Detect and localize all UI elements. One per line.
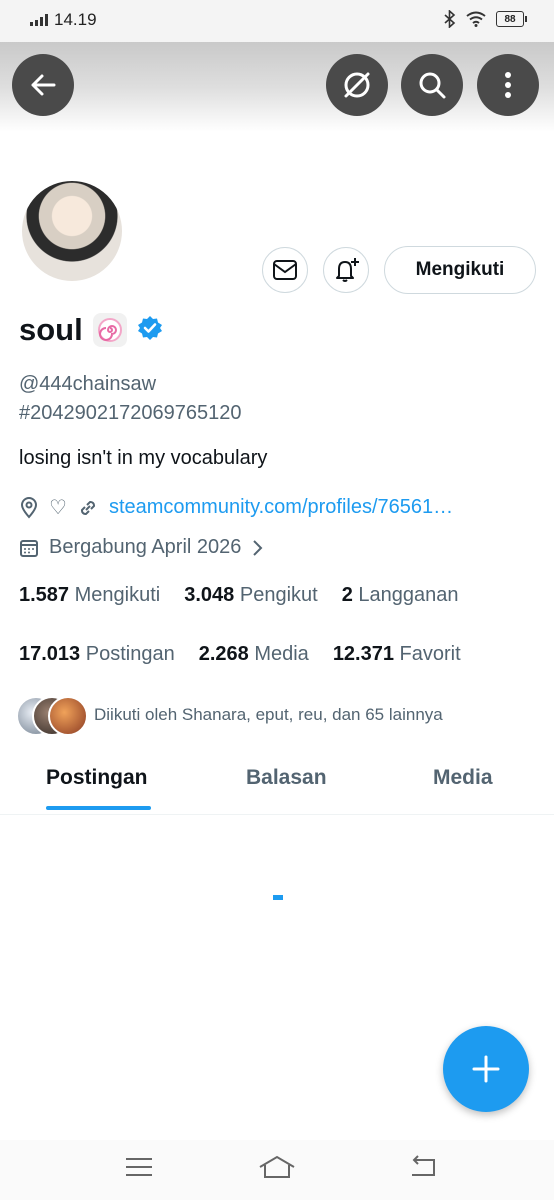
favorites-stat[interactable]: 12.371 Favorit	[333, 643, 461, 666]
back-button[interactable]	[12, 54, 74, 116]
calendar-icon	[20, 539, 38, 557]
swirl-emoji-icon	[92, 313, 127, 347]
notify-button[interactable]	[323, 247, 369, 293]
avatar	[48, 696, 88, 736]
bluetooth-icon	[444, 10, 456, 28]
bio-text: losing isn't in my vocabulary	[19, 447, 268, 469]
back-arrow-icon	[31, 74, 56, 96]
battery-icon: 88	[496, 11, 527, 27]
media-stat[interactable]: 2.268 Media	[199, 643, 309, 666]
no-translate-icon	[344, 72, 370, 98]
followers-stat[interactable]: 3.048 Pengikut	[184, 584, 317, 607]
wifi-icon	[466, 11, 486, 27]
join-date: Bergabung April 2026	[49, 536, 242, 558]
followed-by-text: Diikuti oleh Shanara, eput, reu, dan 65 …	[94, 705, 443, 724]
search-icon	[419, 72, 446, 99]
status-bar: 14.19 88	[0, 0, 554, 42]
tab-media[interactable]: Media	[433, 766, 493, 790]
active-tab-indicator	[46, 806, 151, 810]
more-options-button[interactable]	[477, 54, 539, 116]
more-vertical-icon	[505, 72, 511, 98]
tab-posts[interactable]: Postingan	[46, 766, 148, 790]
heart-icon: ♡	[49, 497, 67, 519]
status-time: 14.19	[54, 10, 97, 29]
username-handle: @444chainsaw	[19, 373, 157, 395]
compose-button[interactable]	[443, 1026, 529, 1112]
stats-row-2: 17.013 Postingan 2.268 Media 12.371 Favo…	[19, 643, 461, 666]
link-icon	[80, 500, 95, 515]
search-button[interactable]	[401, 54, 463, 116]
stats-row-1: 1.587 Mengikuti 3.048 Pengikut 2 Langgan…	[19, 584, 459, 607]
bell-plus-icon	[336, 258, 359, 282]
home-icon[interactable]	[258, 1154, 296, 1180]
loading-indicator	[273, 895, 283, 900]
translate-toggle-button[interactable]	[326, 54, 388, 116]
plus-icon	[472, 1055, 500, 1083]
profile-avatar[interactable]	[19, 178, 125, 284]
location-pin-icon	[20, 496, 38, 519]
display-name: soul	[19, 312, 83, 347]
follower-avatars	[16, 696, 88, 736]
back-nav-icon[interactable]	[408, 1154, 438, 1180]
header-background	[0, 42, 554, 132]
verified-badge-icon	[137, 315, 163, 346]
followed-by-row[interactable]: Diikuti oleh Shanara, eput, reu, dan 65 …	[16, 696, 443, 736]
envelope-icon	[273, 260, 297, 280]
system-nav-bar	[0, 1140, 554, 1200]
signal-icon	[30, 14, 48, 26]
name-row: soul	[19, 312, 163, 348]
following-button[interactable]: Mengikuti	[384, 246, 536, 294]
tab-replies[interactable]: Balasan	[246, 766, 327, 790]
profile-meta: ♡ steamcommunity.com/profiles/76561…	[19, 495, 453, 520]
posts-stat[interactable]: 17.013 Postingan	[19, 643, 175, 666]
message-button[interactable]	[262, 247, 308, 293]
handle-block: @444chainsaw #2042902172069765120	[19, 370, 241, 428]
user-id: #2042902172069765120	[19, 402, 242, 424]
subscriptions-stat[interactable]: 2 Langganan	[342, 584, 459, 607]
website-link[interactable]: steamcommunity.com/profiles/76561…	[109, 496, 453, 519]
following-stat[interactable]: 1.587 Mengikuti	[19, 584, 160, 607]
chevron-right-icon	[253, 539, 263, 556]
join-date-row[interactable]: Bergabung April 2026	[19, 536, 263, 559]
menu-icon[interactable]	[124, 1154, 154, 1180]
